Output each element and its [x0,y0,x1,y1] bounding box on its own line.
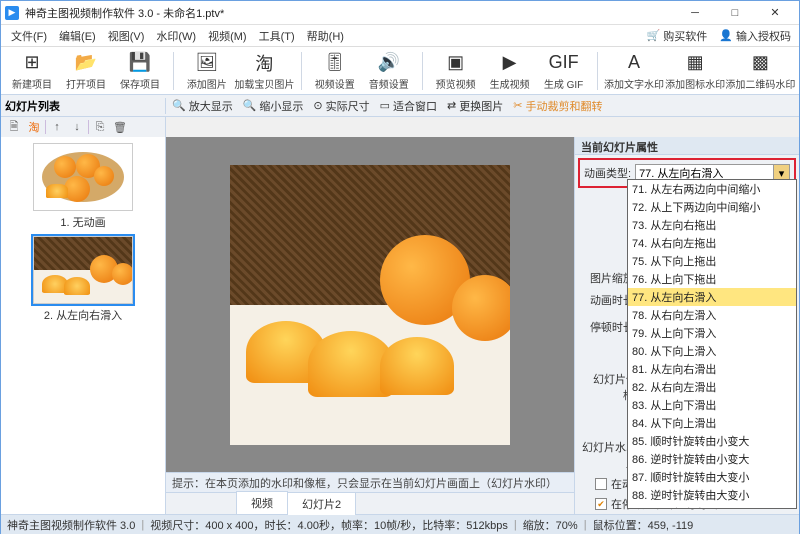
menu-0[interactable]: 文件(F) [5,26,53,46]
zoom-icon: ▭ [380,99,390,112]
zoom-icon: 🔍 [243,99,257,112]
close-button[interactable]: ✕ [755,2,795,24]
slide-thumb-2[interactable]: 2. 从左向右滑入 [23,236,143,323]
dropdown-item[interactable]: 83. 从上向下滑出 [628,396,796,414]
toolbar-icon: ▩ [748,51,772,75]
canvas-preview[interactable] [230,165,510,445]
toolbar-添加文字水印[interactable]: A添加文字水印 [609,51,658,91]
toolbar-打开项目[interactable]: 📂打开项目 [65,51,107,91]
dropdown-item[interactable]: 79. 从上向下滑入 [628,324,796,342]
dropdown-item[interactable]: 81. 从左向右滑出 [628,360,796,378]
toolbar-icon: 🖼 [195,51,219,75]
checkbox-checked-icon: ✔ [595,498,607,510]
toolbar-icon: ▣ [444,51,468,75]
menu-3[interactable]: 水印(W) [150,26,202,46]
dropdown-item[interactable]: 80. 从下向上滑入 [628,342,796,360]
toolbar-icon: ▦ [683,51,707,75]
toolbar-保存项目[interactable]: 💾保存项目 [119,51,161,91]
menu-5[interactable]: 工具(T) [253,26,301,46]
dropdown-item[interactable]: 74. 从右向左拖出 [628,234,796,252]
toolbar-添加二维码水印[interactable]: ▩添加二维码水印 [732,51,789,91]
toolbar-icon: ▶ [498,51,522,75]
zoom-1[interactable]: 🔍缩小显示 [243,98,304,114]
status-zoom: 缩放：70% [523,517,578,533]
copy-icon[interactable]: ⎘ [91,118,109,136]
dropdown-item[interactable]: 76. 从上向下拖出 [628,270,796,288]
dropdown-item[interactable]: 75. 从下向上拖出 [628,252,796,270]
down-icon[interactable]: ↓ [68,118,86,136]
add-slide-icon[interactable]: 🗎 [5,118,23,136]
tab-slide2[interactable]: 幻灯片2 [287,492,356,515]
dropdown-item[interactable]: 85. 顺时针旋转由小变大 [628,432,796,450]
maximize-button[interactable]: □ [715,2,755,24]
tao-icon[interactable]: 淘 [25,118,43,136]
tab-video[interactable]: 视频 [236,491,288,514]
delete-icon[interactable]: 🗑 [111,118,129,136]
menu-1[interactable]: 编辑(E) [53,26,102,46]
toolbar-icon: 淘 [252,51,276,75]
zoom-icon: 🔍 [172,99,186,112]
toolbar-生成 GIF[interactable]: GIF生成 GIF [543,51,585,91]
toolbar-icon: 🔊 [377,51,401,75]
menu-6[interactable]: 帮助(H) [301,26,350,46]
dropdown-item[interactable]: 77. 从左向右滑入 [628,288,796,306]
toolbar-加载宝贝图片[interactable]: 淘加载宝贝图片 [240,51,289,91]
up-icon[interactable]: ↑ [48,118,66,136]
menu-2[interactable]: 视图(V) [102,26,151,46]
toolbar-预览视频[interactable]: ▣预览视频 [435,51,477,91]
dropdown-item[interactable]: 78. 从右向左滑入 [628,306,796,324]
license-link[interactable]: 👤 输入授权码 [715,28,795,44]
zoom-icon: ⊙ [313,99,322,112]
toolbar-音频设置[interactable]: 🔊音频设置 [368,51,410,91]
right-pane-header: 当前幻灯片属性 [575,137,799,155]
dropdown-item[interactable]: 87. 顺时针旋转由大变小 [628,468,796,486]
toolbar-icon: 📂 [74,51,98,75]
status-app: 神奇主图视频制作软件 3.0 [7,517,135,533]
minimize-button[interactable]: ─ [675,2,715,24]
dropdown-item[interactable]: 71. 从左右两边向中间缩小 [628,180,796,198]
slide-thumb-1[interactable]: 1. 无动画 [23,143,143,230]
zoom-3[interactable]: ▭适合窗口 [380,98,437,114]
zoom-4[interactable]: ⇄更换图片 [447,98,503,114]
app-logo: ▶ [5,6,19,20]
zoom-icon: ✂ [513,99,522,112]
sidebar-title: 幻灯片列表 [5,98,161,114]
zoom-icon: ⇄ [447,99,456,112]
toolbar-icon: 💾 [128,51,152,75]
zoom-0[interactable]: 🔍放大显示 [172,98,233,114]
zoom-2[interactable]: ⊙实际尺寸 [313,98,369,114]
dropdown-item[interactable]: 73. 从左向右拖出 [628,216,796,234]
toolbar-icon: GIF [552,51,576,75]
dropdown-item[interactable]: 88. 逆时针旋转由大变小 [628,486,796,504]
toolbar-添加图片[interactable]: 🖼添加图片 [186,51,228,91]
dropdown-item[interactable]: 89. 从四角向中间展开 [628,504,796,509]
toolbar-icon: A [622,51,646,75]
toolbar-添加图标水印[interactable]: ▦添加图标水印 [671,51,720,91]
toolbar-生成视频[interactable]: ▶生成视频 [489,51,531,91]
toolbar-视频设置[interactable]: 🎚视频设置 [314,51,356,91]
menu-4[interactable]: 视频(M) [202,26,253,46]
dropdown-item[interactable]: 86. 逆时针旋转由小变大 [628,450,796,468]
hint-text: 提示：在本页添加的水印和像框，只会显示在当前幻灯片画面上（幻灯片水印） [166,472,574,492]
status-mouse: 鼠标位置：459, -119 [593,517,694,533]
toolbar-新建项目[interactable]: ⊞新建项目 [11,51,53,91]
dropdown-item[interactable]: 84. 从下向上滑出 [628,414,796,432]
dropdown-item[interactable]: 72. 从上下两边向中间缩小 [628,198,796,216]
anim-dropdown-list[interactable]: 71. 从左右两边向中间缩小72. 从上下两边向中间缩小73. 从左向右拖出74… [627,179,797,509]
dropdown-item[interactable]: 82. 从右向左滑出 [628,378,796,396]
toolbar-icon: ⊞ [20,51,44,75]
window-title: 神奇主图视频制作软件 3.0 - 未命名1.ptv* [25,5,675,21]
zoom-5[interactable]: ✂手动裁剪和翻转 [513,98,602,114]
toolbar-icon: 🎚 [323,51,347,75]
buy-link[interactable]: 🛒 购买软件 [643,28,712,44]
checkbox-icon [595,478,607,490]
status-size: 视频尺寸：400 x 400，时长：4.00秒，帧率：10帧/秒，比特率：512… [150,517,508,533]
